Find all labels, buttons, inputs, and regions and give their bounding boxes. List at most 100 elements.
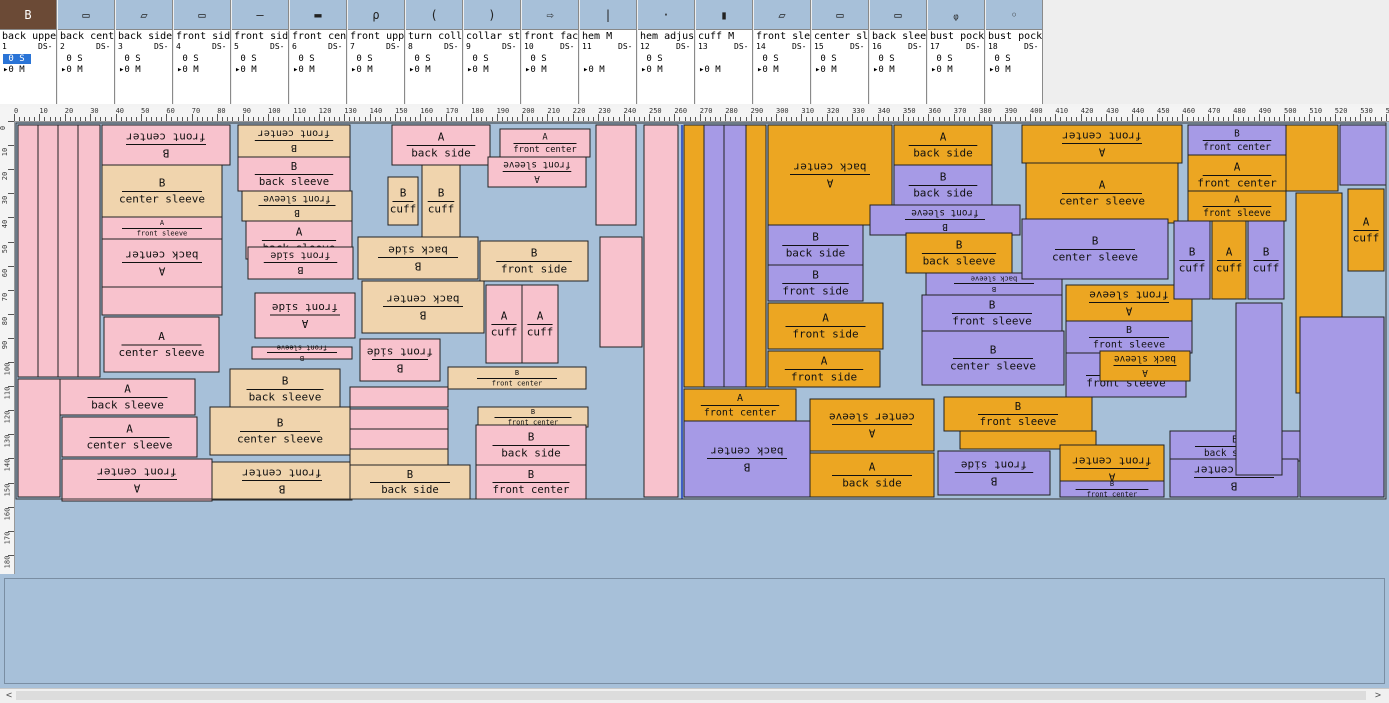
piece-thumbnail-icon[interactable]: — [232,0,288,30]
pattern-piece[interactable] [1285,124,1339,192]
pattern-piece[interactable] [101,286,223,316]
pattern-piece[interactable] [703,124,725,388]
size-row-s[interactable]: 0 S [873,54,894,64]
piece-column[interactable]: ▮ cuff M 13 DS- ▸0 M [696,0,753,104]
size-row-s[interactable]: 0 S [409,54,430,64]
scroll-thumb[interactable] [16,691,1366,700]
piece-thumbnail-icon[interactable]: ⇨ [522,0,578,30]
size-row-m[interactable]: ▸0 M [873,65,895,75]
piece-column[interactable]: ▱ back side 3 DS- 0 S ▸0 M [116,0,173,104]
piece-size-label: A [126,423,133,436]
piece-column[interactable]: | hem M 11 DS- ▸0 M [580,0,637,104]
size-row-s[interactable]: 0 S [351,54,372,64]
piece-thumbnail-icon[interactable]: ▮ [696,0,752,30]
piece-thumbnail-icon[interactable]: ▭ [812,0,868,30]
piece-column[interactable]: ▬ front cen 6 DS- 0 S ▸0 M [290,0,347,104]
size-row-s[interactable]: 0 S [757,54,778,64]
pattern-piece[interactable] [1339,124,1387,186]
piece-size-label: B [990,474,997,487]
size-row-m[interactable]: ▸0 M [931,65,953,75]
pattern-piece[interactable] [723,124,747,388]
piece-thumbnail-icon[interactable]: B [0,0,56,30]
size-row-s[interactable]: 0 S [235,54,256,64]
pattern-piece[interactable] [17,124,39,378]
pattern-piece[interactable] [349,386,449,408]
size-row-m[interactable]: ▸0 M [61,65,83,75]
size-row-s[interactable]: 0 S [815,54,836,64]
size-row-m[interactable]: ▸0 M [235,65,257,75]
size-row-s[interactable]: 0 S [177,54,198,64]
size-row-m[interactable]: ▸0 M [583,65,605,75]
pattern-piece[interactable] [57,124,79,378]
piece-thumbnail-icon[interactable]: ▱ [754,0,810,30]
size-row-m[interactable]: ▸0 M [641,65,663,75]
piece-thumbnail-icon[interactable]: · [638,0,694,30]
pattern-piece[interactable] [745,124,767,388]
size-row-s[interactable]: 0 S [641,54,662,64]
pattern-piece[interactable] [1235,302,1283,476]
piece-column[interactable]: ρ front upp 7 DS- 0 S ▸0 M [348,0,405,104]
piece-column[interactable]: ◦ bust pock 18 DS- 0 S ▸0 M [986,0,1043,104]
size-row-m[interactable]: ▸0 M [409,65,431,75]
horizontal-scrollbar[interactable]: < > [0,688,1389,703]
size-row-s[interactable]: 0 S [119,54,140,64]
piece-column[interactable]: ⇨ front fac 10 DS- 0 S ▸0 M [522,0,579,104]
piece-thumbnail-icon[interactable]: ( [406,0,462,30]
pattern-piece[interactable] [1299,316,1385,498]
size-row-s[interactable]: 0 S [989,54,1010,64]
piece-thumbnail-icon[interactable]: ▭ [58,0,114,30]
piece-column[interactable]: ▭ back slee 16 DS- 0 S ▸0 M [870,0,927,104]
pattern-piece[interactable] [77,124,101,378]
size-row-s[interactable]: 0 S [293,54,314,64]
size-row-s[interactable]: 0 S [3,54,31,64]
size-row-m[interactable]: ▸0 M [525,65,547,75]
piece-thumbnail-icon[interactable]: ) [464,0,520,30]
piece-thumbnail-icon[interactable]: ᵩ [928,0,984,30]
scroll-right-button[interactable]: > [1371,689,1385,703]
piece-thumbnail-icon[interactable]: ▭ [174,0,230,30]
size-row-s[interactable]: 0 S [467,54,488,64]
size-row-m[interactable]: ▸0 M [467,65,489,75]
size-row-m[interactable]: ▸0 M [177,65,199,75]
piece-column[interactable]: ▭ back cent 2 DS- 0 S ▸0 M [58,0,115,104]
piece-thumbnail-icon[interactable]: ρ [348,0,404,30]
piece-thumbnail-icon[interactable]: ▬ [290,0,346,30]
marker-layout[interactable]: Bfront center Bcenter sleeve Afront sleeve… [0,107,1389,574]
size-row-m[interactable]: ▸0 M [351,65,373,75]
piece-name-label: back sleeve [923,255,996,268]
piece-name-label: back sleeve [971,275,1017,283]
pattern-piece[interactable] [599,236,643,348]
piece-thumbnail-icon[interactable]: ▭ [870,0,926,30]
size-row-m[interactable]: ▸0 M [699,65,721,75]
piece-column[interactable]: ᵩ bust pock 17 DS- 0 S ▸0 M [928,0,985,104]
size-row-m[interactable]: ▸0 M [293,65,315,75]
piece-column[interactable]: ) collar st 9 DS- 0 S ▸0 M [464,0,521,104]
pattern-piece[interactable] [17,378,61,498]
piece-column[interactable]: — front sid 5 DS- 0 S ▸0 M [232,0,289,104]
size-row-s[interactable]: 0 S [61,54,82,64]
piece-column[interactable]: · hem adjus 12 DS- 0 S ▸0 M [638,0,695,104]
piece-thumbnail-icon[interactable]: ▱ [116,0,172,30]
pattern-piece[interactable] [349,408,449,430]
pattern-piece[interactable] [37,124,59,378]
piece-column[interactable]: ▱ front sle 14 DS- 0 S ▸0 M [754,0,811,104]
pattern-piece[interactable] [643,124,679,498]
scroll-left-button[interactable]: < [2,689,16,703]
marker-canvas[interactable]: 0 10 20 30 40 50 60 70 80 90 100 110 120 130 140 150 160… [0,107,1389,574]
piece-thumbnail-icon[interactable]: | [580,0,636,30]
piece-column[interactable]: ▭ front sid 4 DS- 0 S ▸0 M [174,0,231,104]
piece-column[interactable]: ▭ center sl 15 DS- 0 S ▸0 M [812,0,869,104]
size-row-s[interactable]: 0 S [525,54,546,64]
size-row-s[interactable]: 0 S [931,54,952,64]
size-row-m[interactable]: ▸0 M [119,65,141,75]
size-row-m[interactable]: ▸0 M [815,65,837,75]
piece-column[interactable]: Bback uppe 1 DS- 0 S ▸0 M [0,0,57,104]
piece-column[interactable]: (turn coll 8 DS- 0 S ▸0 M [406,0,463,104]
size-row-m[interactable]: ▸0 M [757,65,779,75]
pattern-piece[interactable] [595,124,637,226]
piece-thumbnail-icon[interactable]: ◦ [986,0,1042,30]
size-row-m[interactable]: ▸0 M [3,65,25,75]
pattern-piece[interactable] [349,428,449,450]
pattern-piece[interactable] [683,124,705,388]
size-row-m[interactable]: ▸0 M [989,65,1011,75]
